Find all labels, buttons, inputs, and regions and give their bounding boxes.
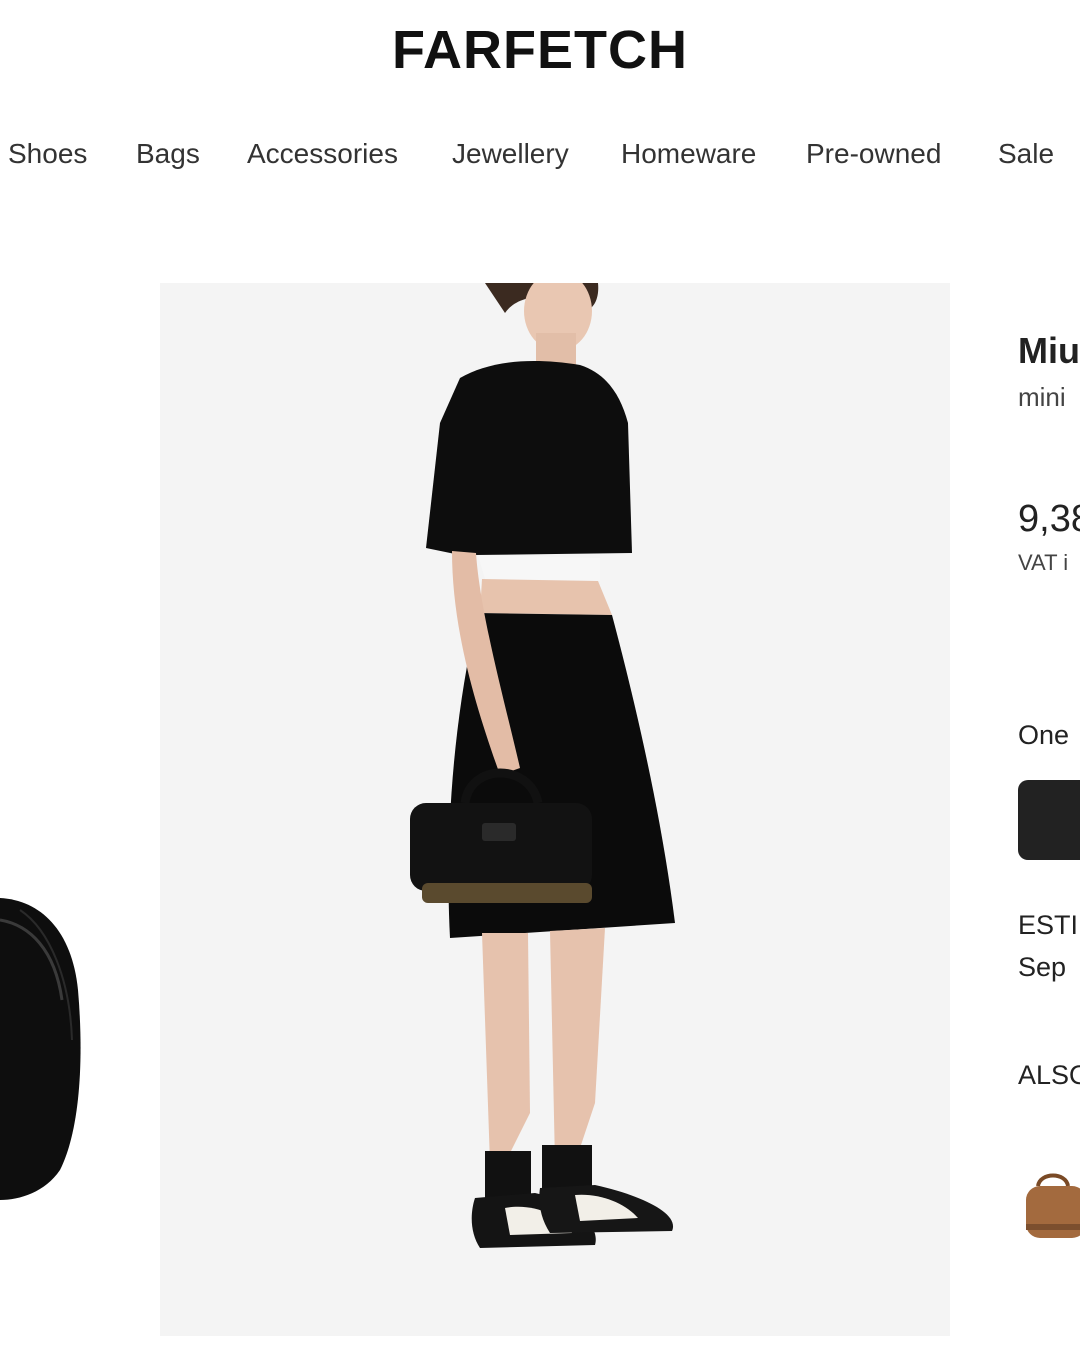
product-main-image[interactable] (160, 283, 950, 1336)
nav-item-jewellery[interactable]: Jewellery (452, 136, 569, 172)
nav-item-pre-owned[interactable]: Pre-owned (806, 136, 941, 172)
delivery-estimate-date: Sep (1018, 952, 1067, 982)
product-description: mini (1018, 382, 1066, 412)
add-to-bag-button[interactable] (1018, 780, 1080, 860)
product-brand[interactable]: Miu (1018, 330, 1080, 372)
nav-item-homeware[interactable]: Homeware (621, 136, 756, 172)
nav-item-bags[interactable]: Bags (136, 136, 200, 172)
product-info-panel: Miu mini 9,38 VAT i One ESTI Sep ALSO (1018, 0, 1080, 1350)
product-price: 9,38 (1018, 498, 1080, 540)
category-nav: Shoes Bags Accessories Jewellery Homewar… (0, 136, 1080, 172)
nav-item-shoes[interactable]: Shoes (8, 136, 87, 172)
delivery-estimate-title: ESTI (1018, 910, 1079, 940)
related-product-thumbnail[interactable] (1018, 1168, 1080, 1248)
nav-item-accessories[interactable]: Accessories (247, 136, 398, 172)
farfetch-logo[interactable]: FARFETCH (0, 22, 1080, 78)
also-section-title: ALSO (1018, 1060, 1080, 1090)
size-selector[interactable]: One (1018, 720, 1069, 751)
vat-note: VAT i (1018, 550, 1069, 575)
previous-gallery-image[interactable] (0, 870, 90, 1210)
